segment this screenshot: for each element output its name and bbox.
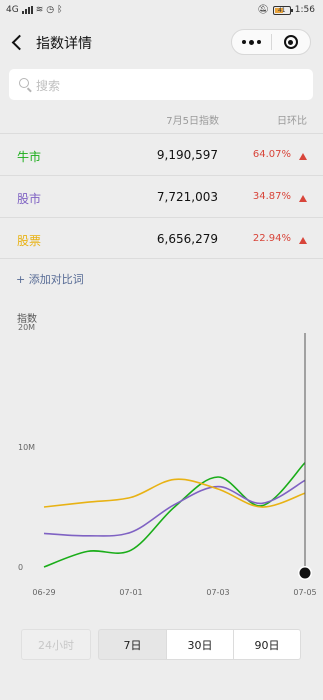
battery-level: 41 (277, 6, 286, 14)
add-compare-button[interactable]: + 添加对比词 (16, 271, 84, 287)
keyword-name: 股市 (17, 192, 42, 206)
series-line (43, 479, 306, 537)
up-arrow-icon (299, 153, 307, 160)
signal-icon (21, 6, 33, 14)
keyword-name: 牛市 (17, 150, 42, 164)
table-header: 7月5日指数 日环比 (0, 112, 323, 128)
column-header-change: 日环比 (277, 116, 307, 127)
more-dot-icon (249, 39, 254, 45)
mute-icon: 🔕︎ (257, 5, 269, 15)
table-row[interactable]: 股票 6,656,279 22.94% (0, 217, 323, 259)
change-percent: 34.87% (252, 191, 291, 202)
search-input[interactable]: 搜索 (9, 69, 313, 100)
x-tick-label: 06-29 (32, 588, 55, 597)
table-row[interactable]: 股市 7,721,003 34.87% (0, 175, 323, 217)
table-row[interactable]: 牛市 9,190,597 64.07% (0, 133, 323, 175)
up-arrow-icon (299, 237, 307, 244)
change-percent: 64.07% (252, 149, 291, 160)
search-placeholder: 搜索 (36, 79, 61, 93)
y-tick-label: 20M (18, 323, 35, 332)
close-circle-icon (283, 35, 298, 49)
index-value: 6,656,279 (156, 232, 218, 246)
range-selector: 24小时 7日 30日 90日 (21, 629, 301, 660)
back-arrow-icon[interactable] (10, 32, 26, 52)
range-30d-button[interactable]: 30日 (166, 629, 234, 660)
status-time: 1:56 (294, 5, 315, 15)
index-line-chart[interactable]: 20M 10M 0 06-29 07-01 07-03 07-05 (0, 320, 323, 610)
y-tick-label: 0 (18, 563, 23, 572)
range-90d-button[interactable]: 90日 (233, 629, 301, 660)
more-dot-icon (257, 40, 261, 44)
index-value: 9,190,597 (156, 148, 218, 162)
status-bar: 4G ≋ ◷ ᛒ 🔕︎ 41 1:56 (0, 0, 323, 22)
page-title: 指数详情 (36, 36, 92, 52)
nav-bar: 指数详情 (0, 22, 323, 62)
range-7d-button[interactable]: 7日 (98, 629, 167, 660)
battery-icon: 41 (272, 5, 293, 15)
x-tick-label: 07-01 (119, 588, 142, 597)
index-value: 7,721,003 (156, 190, 218, 204)
x-tick-label: 07-03 (206, 588, 229, 597)
bluetooth-icon: ᛒ (57, 5, 63, 15)
wifi-icon: ≋ (35, 5, 44, 15)
cursor-handle-icon (299, 567, 311, 579)
x-tick-label: 07-05 (293, 588, 316, 597)
more-button[interactable] (232, 30, 271, 54)
series-line (43, 462, 306, 568)
network-label: 4G (6, 5, 19, 15)
keyword-name: 股票 (17, 234, 42, 248)
change-percent: 22.94% (252, 233, 291, 244)
range-24h-button[interactable]: 24小时 (21, 629, 91, 660)
capsule-menu (231, 29, 311, 55)
alarm-icon: ◷ (46, 5, 55, 15)
search-icon (19, 78, 29, 88)
y-tick-label: 10M (18, 443, 35, 452)
more-dot-icon (242, 40, 246, 44)
up-arrow-icon (299, 195, 307, 202)
column-header-index: 7月5日指数 (166, 116, 219, 127)
close-button[interactable] (272, 30, 310, 54)
